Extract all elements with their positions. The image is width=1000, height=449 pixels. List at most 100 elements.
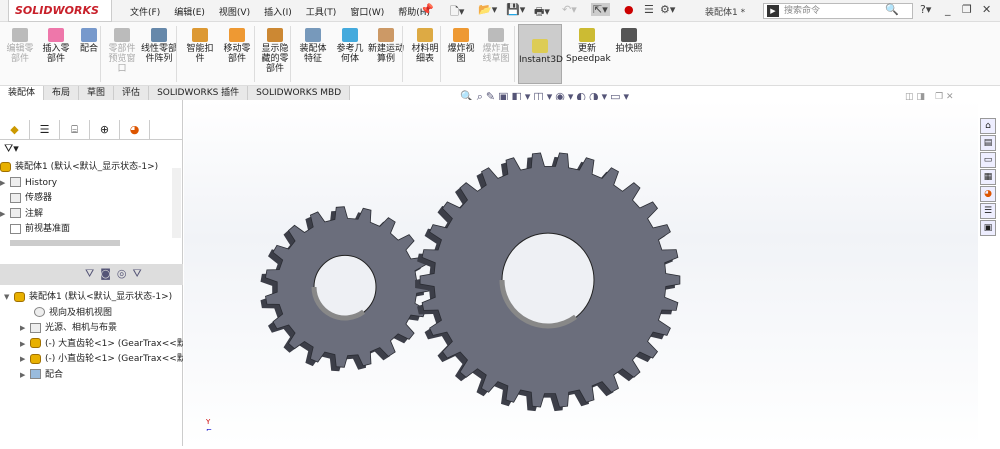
ribbon-button[interactable]: 参考几何体 <box>334 28 366 64</box>
ribbon-button-icon <box>48 28 64 42</box>
options-gear-icon[interactable]: ⚙▾ <box>660 3 675 16</box>
tab-evaluate[interactable]: 评估 <box>114 86 150 100</box>
expand-arrow-icon[interactable]: ▶ <box>20 337 30 353</box>
restore-icon[interactable]: ❐ <box>962 3 972 16</box>
ribbon-button[interactable]: 配合 <box>76 28 102 54</box>
tab-layout[interactable]: 布局 <box>44 86 80 100</box>
close-icon[interactable]: ✕ <box>982 3 991 16</box>
design-library-icon[interactable]: ▤ <box>980 135 996 151</box>
forum-icon[interactable]: ▣ <box>980 220 996 236</box>
menu-view[interactable]: 视图(V) <box>219 5 250 18</box>
tab-addins[interactable]: SOLIDWORKS 插件 <box>149 86 249 100</box>
file-properties-icon[interactable]: ☰ <box>644 3 654 16</box>
new-file-icon[interactable]: 🗋▾ <box>450 3 464 22</box>
menu-window[interactable]: 窗口(W) <box>350 5 384 18</box>
menu-insert[interactable]: 插入(I) <box>264 5 292 18</box>
ribbon-button[interactable]: 材料明细表 <box>408 28 442 64</box>
ribbon-button[interactable]: 爆炸视图 <box>446 28 476 64</box>
ribbon-button-icon <box>229 28 245 42</box>
ribbon-button[interactable]: 新建运动算例 <box>368 28 404 64</box>
ribbon-button[interactable]: 智能扣件 <box>184 28 216 64</box>
ribbon-button[interactable]: 拍快照 <box>612 28 646 54</box>
filter-icon[interactable]: ⛛▾ <box>4 142 19 156</box>
ribbon-button-icon <box>192 28 208 42</box>
ribbon-button-label: 线性零部件阵列 <box>140 44 177 64</box>
tab-sketch[interactable]: 草图 <box>79 86 115 100</box>
menu-tools[interactable]: 工具(T) <box>306 5 337 18</box>
graphics-viewport[interactable]: Y ⌐ <box>184 100 978 446</box>
triad-icon: Y ⌐ <box>206 418 212 434</box>
ribbon-button-icon <box>305 28 321 42</box>
search-icon[interactable]: 🔍 <box>885 3 899 16</box>
ribbon-button-icon <box>342 28 358 42</box>
custom-properties-icon[interactable]: ☰ <box>980 203 996 219</box>
minimize-icon[interactable]: _ <box>945 3 951 16</box>
tree-item-view-camera[interactable]: 视向及相机视图 <box>0 306 183 322</box>
property-manager-tab-icon[interactable]: ☰ <box>30 120 60 140</box>
expand-arrow-icon[interactable]: ▶ <box>0 176 10 192</box>
help-icon[interactable]: ?▾ <box>920 3 931 16</box>
ribbon-button-label: Instant3D <box>519 55 563 65</box>
tab-assembly[interactable]: 装配体 <box>0 86 45 100</box>
rebuild-icon[interactable]: ● <box>624 3 634 16</box>
vertical-scrollbar[interactable] <box>172 168 181 238</box>
appearances-icon[interactable]: ◕ <box>980 186 996 202</box>
open-file-icon[interactable]: 📂▾ <box>478 3 497 16</box>
tree-item-front-plane[interactable]: 前视基准面 <box>0 222 175 238</box>
tree-item-small-gear[interactable]: ▶ (-) 小直齿轮<1> (GearTrax<<默 <box>0 352 183 368</box>
ribbon-button[interactable]: 线性零部件阵列 <box>138 28 180 64</box>
display-manager-tab-icon[interactable]: ◕ <box>120 120 150 140</box>
expand-arrow-icon[interactable]: ▶ <box>20 368 30 384</box>
ribbon-button[interactable]: 爆炸直线草图 <box>480 28 512 64</box>
undo-icon[interactable]: ↶▾ <box>562 3 577 16</box>
expand-arrow-icon[interactable]: ▶ <box>20 352 30 368</box>
tree-item-sensors[interactable]: 传感器 <box>0 191 175 207</box>
tree-item-assembly[interactable]: 装配体1 (默认<默认_显示状态-1>) <box>0 160 175 176</box>
ribbon-button[interactable]: 更新Speedpak <box>566 28 611 64</box>
dimxpert-tab-icon[interactable]: ⊕ <box>90 120 120 140</box>
large-spur-gear[interactable] <box>415 152 681 412</box>
save-icon[interactable]: 💾▾ <box>506 3 525 16</box>
feature-manager-tab-icon[interactable]: ◆ <box>0 120 30 140</box>
ribbon-button-icon <box>151 28 167 42</box>
ribbon-button-label: 编辑零部件 <box>6 44 34 64</box>
ribbon-button[interactable]: 装配体特征 <box>296 28 330 64</box>
tree-item-history[interactable]: ▶ History <box>0 176 175 192</box>
ribbon-button-icon <box>378 28 394 42</box>
home-icon[interactable]: ⌂ <box>980 118 996 134</box>
file-explorer-icon[interactable]: ▭ <box>980 152 996 168</box>
horizontal-scrollbar[interactable] <box>10 240 120 246</box>
menu-file[interactable]: 文件(F) <box>130 5 160 18</box>
collapse-arrow-icon[interactable]: ▼ <box>4 290 14 306</box>
ribbon-button[interactable]: 显示隐藏的零部件 <box>258 28 292 74</box>
tree-item-large-gear[interactable]: ▶ (-) 大直齿轮<1> (GearTrax<<默 <box>0 337 183 353</box>
menu-edit[interactable]: 编辑(E) <box>174 5 205 18</box>
tree-item-lights[interactable]: ▶ 光源、相机与布景 <box>0 321 183 337</box>
print-icon[interactable]: 🖶▾ <box>534 3 550 22</box>
assembly-icon <box>0 161 11 172</box>
ribbon-separator <box>254 26 255 82</box>
ribbon-button[interactable]: 插入零部件 <box>40 28 72 64</box>
ribbon-button[interactable]: Instant3D <box>518 24 563 84</box>
tree-item-mates[interactable]: ▶ 配合 <box>0 368 183 384</box>
ribbon-button-icon <box>114 28 130 42</box>
solidworks-logo[interactable]: SOLIDWORKS <box>8 0 112 22</box>
small-spur-gear[interactable] <box>260 206 430 372</box>
tree-item-annotations[interactable]: ▶ 注解 <box>0 207 175 223</box>
ribbon-button[interactable]: 零部件预览窗口 <box>106 28 138 74</box>
view-palette-icon[interactable]: ▦ <box>980 169 996 185</box>
pin-icon[interactable]: 📌 <box>420 3 434 16</box>
history-folder-icon <box>10 177 21 187</box>
ribbon-button-icon <box>453 28 469 42</box>
ribbon-button[interactable]: 移动零部件 <box>220 28 254 64</box>
display-pane-filter-icons[interactable]: ⛛◙◎⛛ <box>85 267 148 281</box>
configuration-manager-tab-icon[interactable]: ⌸ <box>60 120 90 140</box>
expand-arrow-icon[interactable]: ▶ <box>20 321 30 337</box>
ribbon-separator <box>402 26 403 82</box>
select-icon[interactable]: ⇱▾ <box>591 3 610 16</box>
tab-mbd[interactable]: SOLIDWORKS MBD <box>248 86 351 100</box>
gear-assembly-model[interactable] <box>184 100 978 446</box>
tree-item-assembly-root[interactable]: ▼ 装配体1 (默认<默认_显示状态-1>) <box>0 290 183 306</box>
ribbon-button[interactable]: 编辑零部件 <box>4 28 36 64</box>
expand-arrow-icon[interactable]: ▶ <box>0 207 10 223</box>
